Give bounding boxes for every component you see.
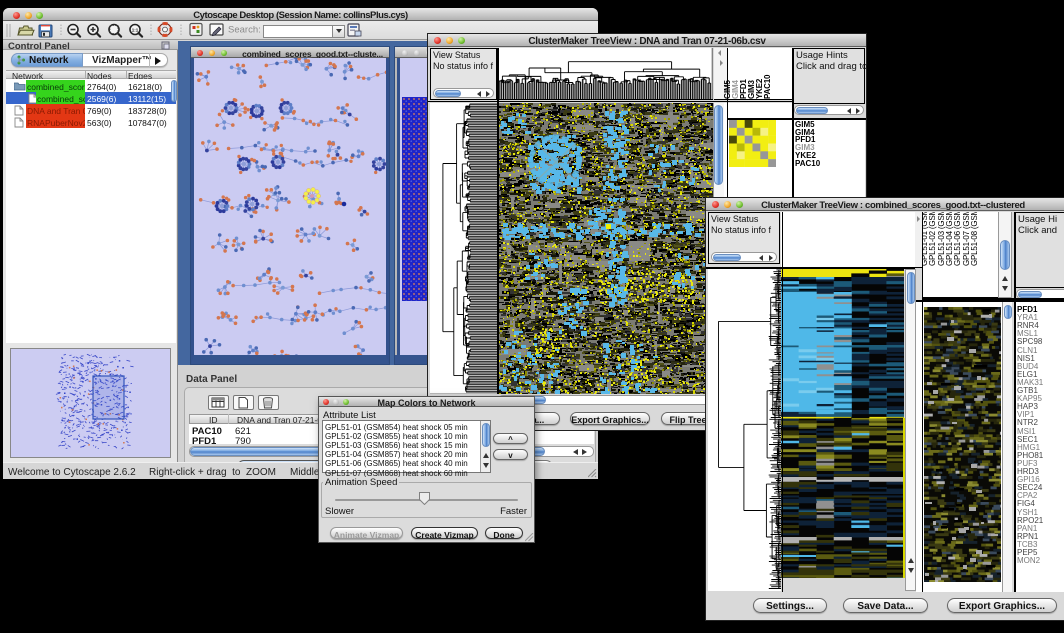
svg-text:Search:: Search:: [228, 25, 261, 36]
svg-text:1:1: 1:1: [132, 28, 139, 33]
